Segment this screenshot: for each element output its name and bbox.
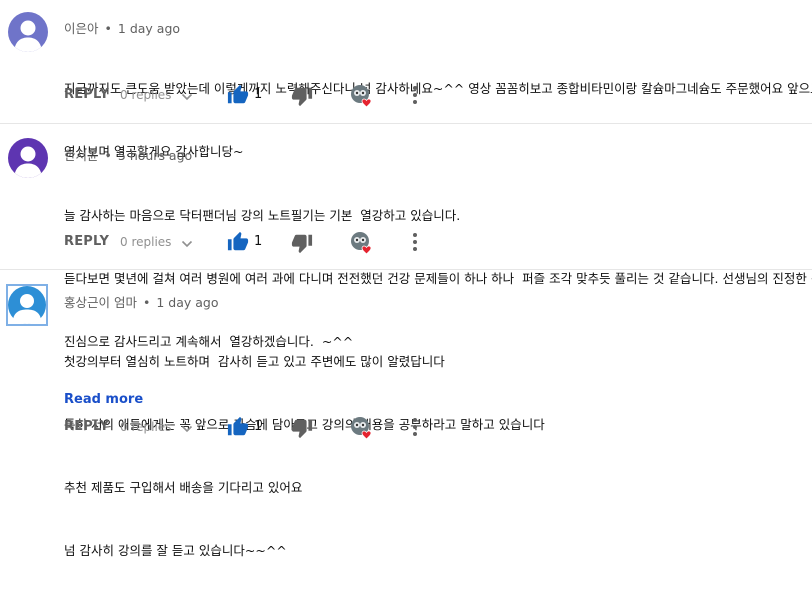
creator-heart-icon: [350, 84, 374, 108]
comment-author[interactable]: 이은아: [64, 21, 99, 36]
comment-meta: 이은아 • 1 day ago: [64, 18, 180, 37]
comment-actions: REPLY 0 replies 1: [64, 230, 444, 257]
comment-thread: 홍상근이 엄마 • 1 day ago 첫강의부터 열심히 노트하며 감사히 듣고 …: [0, 270, 812, 558]
comment-thread: 이은아 • 1 day ago 지금까지도 큰도움 받았는데 이렇게까지 노력해주신…: [0, 0, 812, 159]
comment-line: 넘 감사히 강의를 잘 듣고 있습니다~~^^: [64, 543, 287, 558]
meta-separator: •: [104, 21, 112, 36]
like-count: 1: [254, 419, 263, 434]
like-count: 1: [254, 234, 263, 249]
replies-count[interactable]: 0 replies: [120, 420, 171, 434]
comment-line: 첫강의부터 열심히 노트하며 감사히 듣고 있고 주변에도 많이 알렸답니다: [64, 354, 445, 369]
thumbs-up-icon[interactable]: [227, 231, 249, 257]
thumbs-down-icon[interactable]: [291, 417, 313, 443]
comment-text: 첫강의부터 열심히 노트하며 감사히 듣고 있고 주변에도 많이 알렸답니다 특…: [64, 309, 545, 603]
avatar[interactable]: [6, 284, 48, 326]
like-count: 1: [254, 87, 263, 102]
thumbs-up-icon[interactable]: [227, 84, 249, 110]
comment-timestamp[interactable]: 1 day ago: [156, 295, 218, 310]
comment-meta: 한서윤 • 5 hours ago: [64, 145, 192, 164]
comment-actions: REPLY 0 replies 1: [64, 83, 444, 110]
chevron-down-icon[interactable]: [180, 236, 194, 255]
chevron-down-icon[interactable]: [180, 89, 194, 108]
avatar[interactable]: [8, 12, 48, 52]
comment-author[interactable]: 한서윤: [64, 148, 99, 163]
comment-actions: REPLY 0 replies 1: [64, 415, 444, 442]
replies-count[interactable]: 0 replies: [120, 235, 171, 249]
reply-button[interactable]: REPLY: [64, 87, 109, 102]
replies-count[interactable]: 0 replies: [120, 88, 171, 102]
chevron-down-icon[interactable]: [180, 421, 194, 440]
comment-timestamp[interactable]: 5 hours ago: [118, 148, 192, 163]
creator-heart-icon: [350, 416, 374, 440]
more-vert-icon[interactable]: [412, 231, 418, 257]
thumbs-down-icon[interactable]: [291, 232, 313, 258]
more-vert-icon[interactable]: [412, 84, 418, 110]
creator-heart-icon: [350, 231, 374, 255]
comment-line: 늘 감사하는 마음으로 닥터팬더님 강의 노트필기는 기본 열강하고 있습니다.: [64, 208, 461, 223]
comment-author[interactable]: 홍상근이 엄마: [64, 295, 137, 310]
comment-line: 추천 제품도 구입해서 배송을 기다리고 있어요: [64, 480, 303, 495]
meta-separator: •: [142, 295, 151, 310]
avatar[interactable]: [8, 138, 48, 178]
comment-thread: 한서윤 • 5 hours ago 늘 감사하는 마음으로 닥터팬더님 강의 노트필…: [0, 124, 812, 349]
reply-button[interactable]: REPLY: [64, 234, 109, 249]
meta-separator: •: [104, 148, 112, 163]
reply-button[interactable]: REPLY: [64, 419, 109, 434]
comment-timestamp[interactable]: 1 day ago: [118, 21, 180, 36]
thumbs-up-icon[interactable]: [227, 416, 249, 442]
read-more-link[interactable]: Read more: [64, 392, 143, 407]
more-vert-icon[interactable]: [412, 416, 418, 442]
thumbs-down-icon[interactable]: [291, 85, 313, 111]
